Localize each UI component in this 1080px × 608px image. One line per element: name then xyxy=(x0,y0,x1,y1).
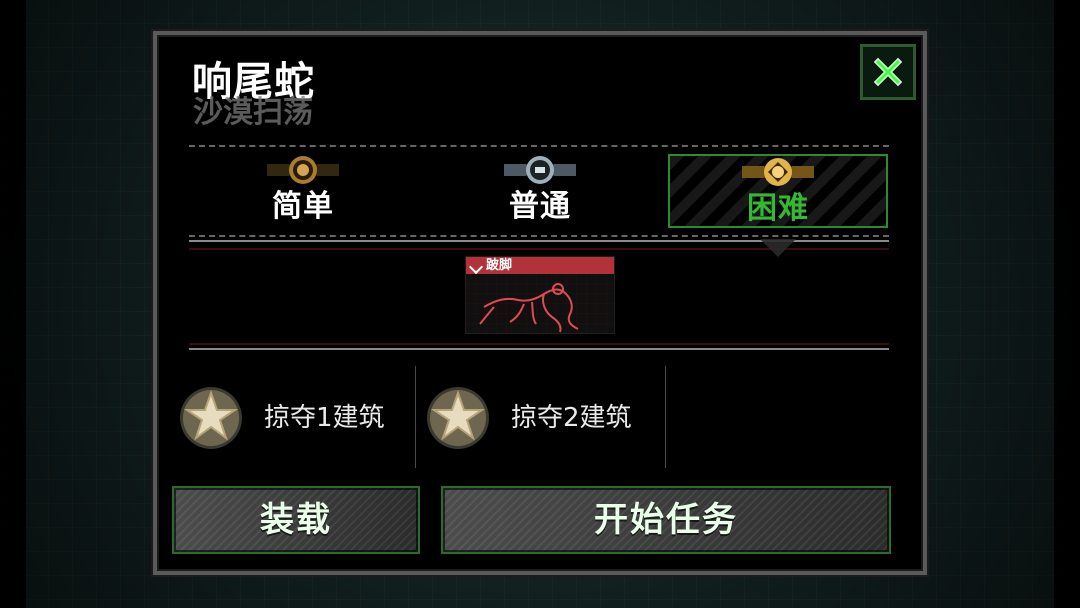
reward-item: 掠夺2建筑 xyxy=(423,382,632,454)
gold-medal-icon xyxy=(742,158,814,186)
difficulty-label: 困难 xyxy=(747,191,809,226)
crawler-figure-icon xyxy=(479,283,579,333)
star-medal-icon xyxy=(180,387,242,449)
silver-medal-icon xyxy=(504,156,576,184)
mutation-card-title: 跛脚 xyxy=(486,258,513,273)
difficulty-normal-option[interactable]: 普通 xyxy=(430,154,650,228)
load-button[interactable]: 装载 xyxy=(172,486,420,554)
difficulty-label: 简单 xyxy=(272,189,334,224)
start-mission-button[interactable]: 开始任务 xyxy=(441,486,891,554)
reward-text: 掠夺2建筑 xyxy=(511,403,632,433)
mutation-card: 跛脚 xyxy=(465,256,615,334)
tag-bottom-red-divider xyxy=(189,343,889,345)
chevron-down-icon xyxy=(468,259,484,274)
reward-item: 掠夺1建筑 xyxy=(176,382,385,454)
top-dashed-divider xyxy=(189,145,889,147)
rewards-divider-2 xyxy=(665,366,666,468)
right-letterbox xyxy=(1054,0,1080,608)
difficulty-hard-option[interactable]: 困难 xyxy=(668,154,888,228)
difficulty-label: 普通 xyxy=(509,189,571,224)
tag-bottom-divider xyxy=(189,348,889,350)
close-icon xyxy=(873,57,903,87)
bronze-medal-icon xyxy=(267,156,339,184)
mutation-card-header: 跛脚 xyxy=(466,257,614,274)
close-button[interactable] xyxy=(860,44,916,100)
difficulty-easy-option[interactable]: 简单 xyxy=(193,154,413,228)
left-letterbox xyxy=(0,0,26,608)
start-mission-button-label: 开始任务 xyxy=(594,500,738,540)
difficulty-dashed-divider xyxy=(189,235,889,237)
mutation-card-body xyxy=(466,274,614,333)
mission-subtitle: 沙漠扫荡 xyxy=(193,95,313,130)
star-medal-icon xyxy=(427,387,489,449)
reward-text: 掠夺1建筑 xyxy=(264,403,385,433)
load-button-label: 装载 xyxy=(260,500,332,540)
rewards-divider-1 xyxy=(415,366,416,468)
